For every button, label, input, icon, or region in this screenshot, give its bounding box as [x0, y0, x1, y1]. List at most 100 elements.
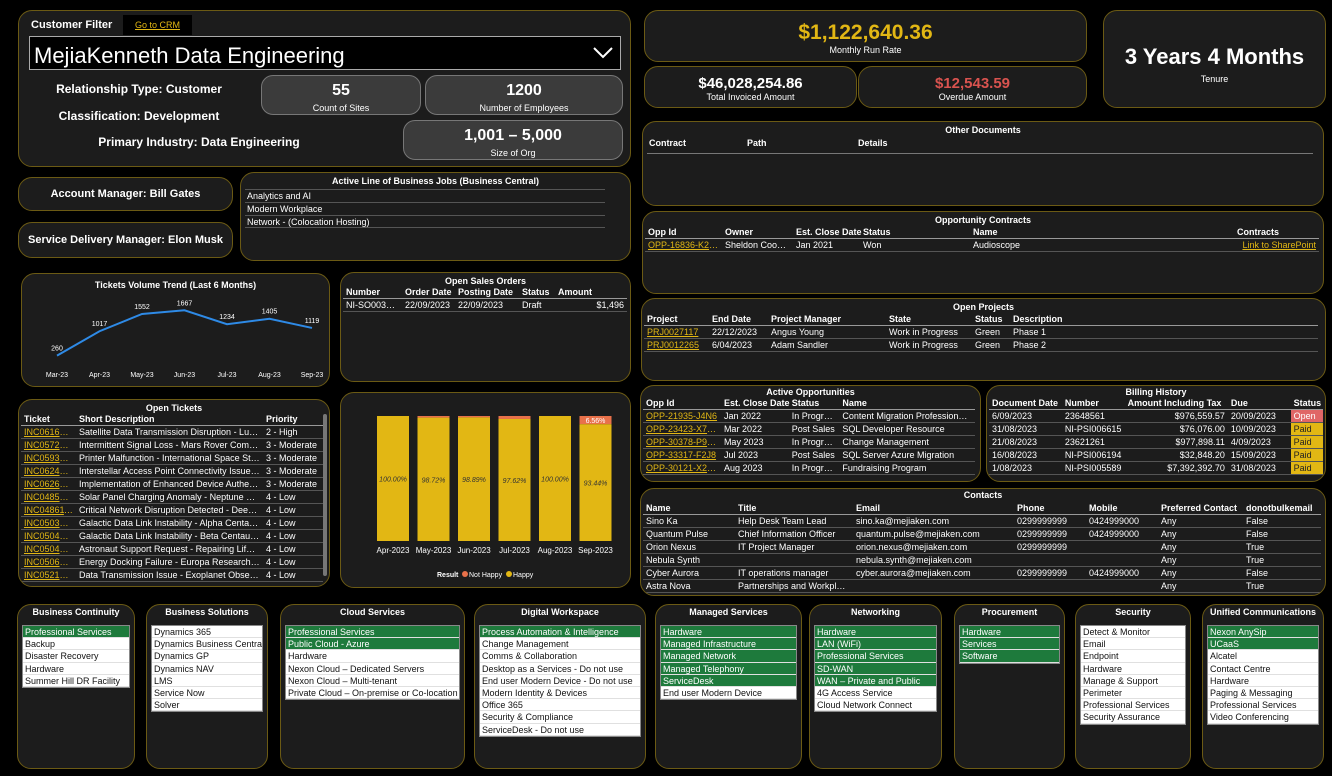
- table-cell[interactable]: OPP-30121-X2P5: [643, 461, 721, 475]
- service-list-item[interactable]: Hardware: [23, 663, 129, 675]
- service-list-item[interactable]: Endpoint: [1081, 650, 1185, 663]
- col-header[interactable]: Est. Close Date: [720, 397, 789, 410]
- col-header[interactable]: Order Date: [402, 286, 455, 299]
- col-header[interactable]: Status: [519, 286, 555, 299]
- customer-dropdown[interactable]: MejiaKenneth Data Engineering: [29, 36, 621, 70]
- service-list-item[interactable]: Nexon Cloud – Dedicated Servers: [286, 663, 459, 675]
- table-cell[interactable]: OPP-30378-P9R3: [643, 435, 721, 449]
- col-header[interactable]: State: [886, 313, 972, 326]
- service-list-item[interactable]: Video Conferencing: [1208, 711, 1318, 724]
- table-row[interactable]: OPP-16836-K2X5 Sheldon Cooper Jan 2021 Won A…: [645, 238, 1319, 252]
- table-row[interactable]: OPP-21935-J4N6 Jan 2022 In Progress Content…: [643, 409, 975, 423]
- table-cell[interactable]: OPP-16836-K2X5: [645, 238, 722, 252]
- table-row[interactable]: OPP-23423-X7W8 Mar 2022 Post Sales SQL Deve…: [643, 422, 975, 436]
- table-cell[interactable]: INC0504833: [21, 542, 76, 556]
- table-cell[interactable]: INC0486118: [21, 503, 76, 517]
- service-list-item[interactable]: Dynamics NAV: [152, 663, 262, 675]
- col-header[interactable]: Status: [860, 226, 970, 239]
- table-row[interactable]: INC0593758 Printer Malfunction - Internat…: [21, 451, 323, 465]
- service-list-item[interactable]: Security & Compliance: [480, 711, 640, 724]
- table-row[interactable]: INC0521245 Data Transmission Issue - Exop…: [21, 568, 323, 582]
- col-header[interactable]: Status: [972, 313, 1010, 326]
- service-list-item[interactable]: Managed Telephony: [661, 662, 796, 675]
- col-header[interactable]: Amount: [555, 286, 627, 299]
- table-row[interactable]: OPP-30121-X2P5 Aug 2023 In Progress Fundrai…: [643, 461, 975, 475]
- service-list-item[interactable]: Managed Network: [661, 650, 796, 663]
- table-row[interactable]: Sino Ka Help Desk Team Lead sino.ka@mejiak…: [643, 514, 1321, 528]
- col-header[interactable]: Amount Including Tax: [1124, 397, 1228, 410]
- col-header[interactable]: Priority: [263, 413, 323, 426]
- table-row[interactable]: 31/08/2023 NI-PSI006615 $76,076.00 10/09/20…: [989, 422, 1323, 436]
- table-cell[interactable]: INC0624386: [21, 464, 76, 478]
- table-row[interactable]: INC0486118 Critical Network Disruption De…: [21, 503, 323, 517]
- col-header[interactable]: Phone: [1014, 502, 1086, 515]
- service-list-item[interactable]: Detect & Monitor: [1081, 626, 1185, 639]
- table-row[interactable]: INC0503784 Galactic Data Link Instability…: [21, 516, 323, 530]
- service-list-item[interactable]: Public Cloud - Azure: [286, 638, 459, 651]
- table-cell[interactable]: INC0572587: [21, 438, 76, 452]
- table-row[interactable]: INC0616232 Satellite Data Transmission Di…: [21, 425, 323, 439]
- table-cell[interactable]: PRJ0012265: [644, 338, 709, 352]
- service-list-item[interactable]: Hardware: [1208, 675, 1318, 687]
- col-header[interactable]: Number: [1061, 397, 1125, 410]
- table-row[interactable]: INC0626735 Implementation of Enhanced Dev…: [21, 477, 323, 491]
- service-list-item[interactable]: WAN – Private and Public: [815, 674, 936, 687]
- table-row[interactable]: OPP-30378-P9R3 May 2023 In Progress Change …: [643, 435, 975, 449]
- table-cell[interactable]: INC0626735: [21, 477, 76, 491]
- col-header[interactable]: Contracts: [1234, 226, 1319, 239]
- service-list-item[interactable]: Change Management: [480, 638, 640, 651]
- service-list-item[interactable]: Solver: [152, 699, 262, 712]
- service-list-item[interactable]: Dynamics GP: [152, 650, 262, 663]
- table-cell[interactable]: INC0593758: [21, 451, 76, 465]
- service-list-item[interactable]: Hardware: [286, 650, 459, 663]
- bar-not-happy[interactable]: [498, 416, 531, 419]
- table-row[interactable]: 16/08/2023 NI-PSI006194 $32,848.20 15/09/20…: [989, 448, 1323, 462]
- table-row[interactable]: NI-SO003184 22/09/2023 22/09/2023 Draft $1,4…: [343, 298, 627, 312]
- col-header[interactable]: Mobile: [1086, 502, 1158, 515]
- service-list-item[interactable]: Modern Identity & Devices: [480, 687, 640, 700]
- service-list-item[interactable]: Dynamics 365: [152, 626, 262, 639]
- table-row[interactable]: INC0485341 Solar Panel Charging Anomaly -…: [21, 490, 323, 504]
- col-header[interactable]: Posting Date: [455, 286, 519, 299]
- table-cell[interactable]: INC0485341: [21, 490, 76, 504]
- service-list-item[interactable]: ServiceDesk - Do not use: [480, 724, 640, 736]
- col-header[interactable]: Status: [788, 397, 840, 410]
- col-header[interactable]: Project Manager: [768, 313, 886, 326]
- col-header[interactable]: Name: [643, 502, 735, 515]
- col-header[interactable]: Opp Id: [645, 226, 722, 239]
- col-header[interactable]: Owner: [722, 226, 793, 239]
- table-row[interactable]: INC0506844 Energy Docking Failure - Europ…: [21, 555, 323, 569]
- table-row[interactable]: 1/08/2023 NI-PSI005589 $7,392,392.70 31/08/…: [989, 461, 1323, 475]
- service-list-item[interactable]: Professional Services: [1081, 699, 1185, 712]
- col-header[interactable]: Description: [1010, 313, 1318, 326]
- col-header[interactable]: Name: [839, 397, 975, 410]
- col-header[interactable]: Email: [853, 502, 1014, 515]
- service-list-item[interactable]: Process Automation & Intelligence: [480, 626, 640, 639]
- bar-not-happy[interactable]: [417, 416, 450, 418]
- service-list-item[interactable]: Professional Services: [1208, 699, 1318, 712]
- service-list-item[interactable]: Hardware: [1081, 663, 1185, 675]
- col-header[interactable]: Title: [735, 502, 853, 515]
- service-list-item[interactable]: Service Now: [152, 687, 262, 700]
- table-row[interactable]: 21/08/2023 23621261 $977,898.11 4/09/2023 Pa…: [989, 435, 1323, 449]
- service-list-item[interactable]: Nexon AnySip: [1208, 626, 1318, 639]
- table-cell[interactable]: INC0506844: [21, 555, 76, 569]
- service-list-item[interactable]: Alcatel: [1208, 650, 1318, 663]
- service-list-item[interactable]: Contact Centre: [1208, 663, 1318, 675]
- service-list-item[interactable]: Manage & Support: [1081, 675, 1185, 687]
- col-header[interactable]: donotbulkemail: [1243, 502, 1321, 515]
- table-row[interactable]: Cyber Aurora IT operations manager cyber.a…: [643, 566, 1321, 580]
- col-header[interactable]: Due: [1227, 397, 1291, 410]
- table-row[interactable]: OPP-33317-F2J8 Jul 2023 Post Sales SQL Serv…: [643, 448, 975, 462]
- table-cell[interactable]: INC0504832: [21, 529, 76, 543]
- service-list-item[interactable]: 4G Access Service: [815, 687, 936, 700]
- service-list-item[interactable]: End user Modern Device - Do not use: [480, 675, 640, 687]
- table-cell[interactable]: Link to SharePoint: [1234, 238, 1319, 252]
- table-row[interactable]: 6/09/2023 23648561 $976,559.57 20/09/2023 Op…: [989, 409, 1323, 423]
- service-list-item[interactable]: Hardware: [815, 626, 936, 639]
- table-row[interactable]: INC0504833 Astronaut Support Request - Re…: [21, 542, 323, 556]
- table-row[interactable]: INC0572587 Intermittent Signal Loss - Mar…: [21, 438, 323, 452]
- col-header[interactable]: Number: [343, 286, 402, 299]
- service-list-item[interactable]: Managed Infrastructure: [661, 638, 796, 651]
- table-cell[interactable]: OPP-23423-X7W8: [643, 422, 721, 436]
